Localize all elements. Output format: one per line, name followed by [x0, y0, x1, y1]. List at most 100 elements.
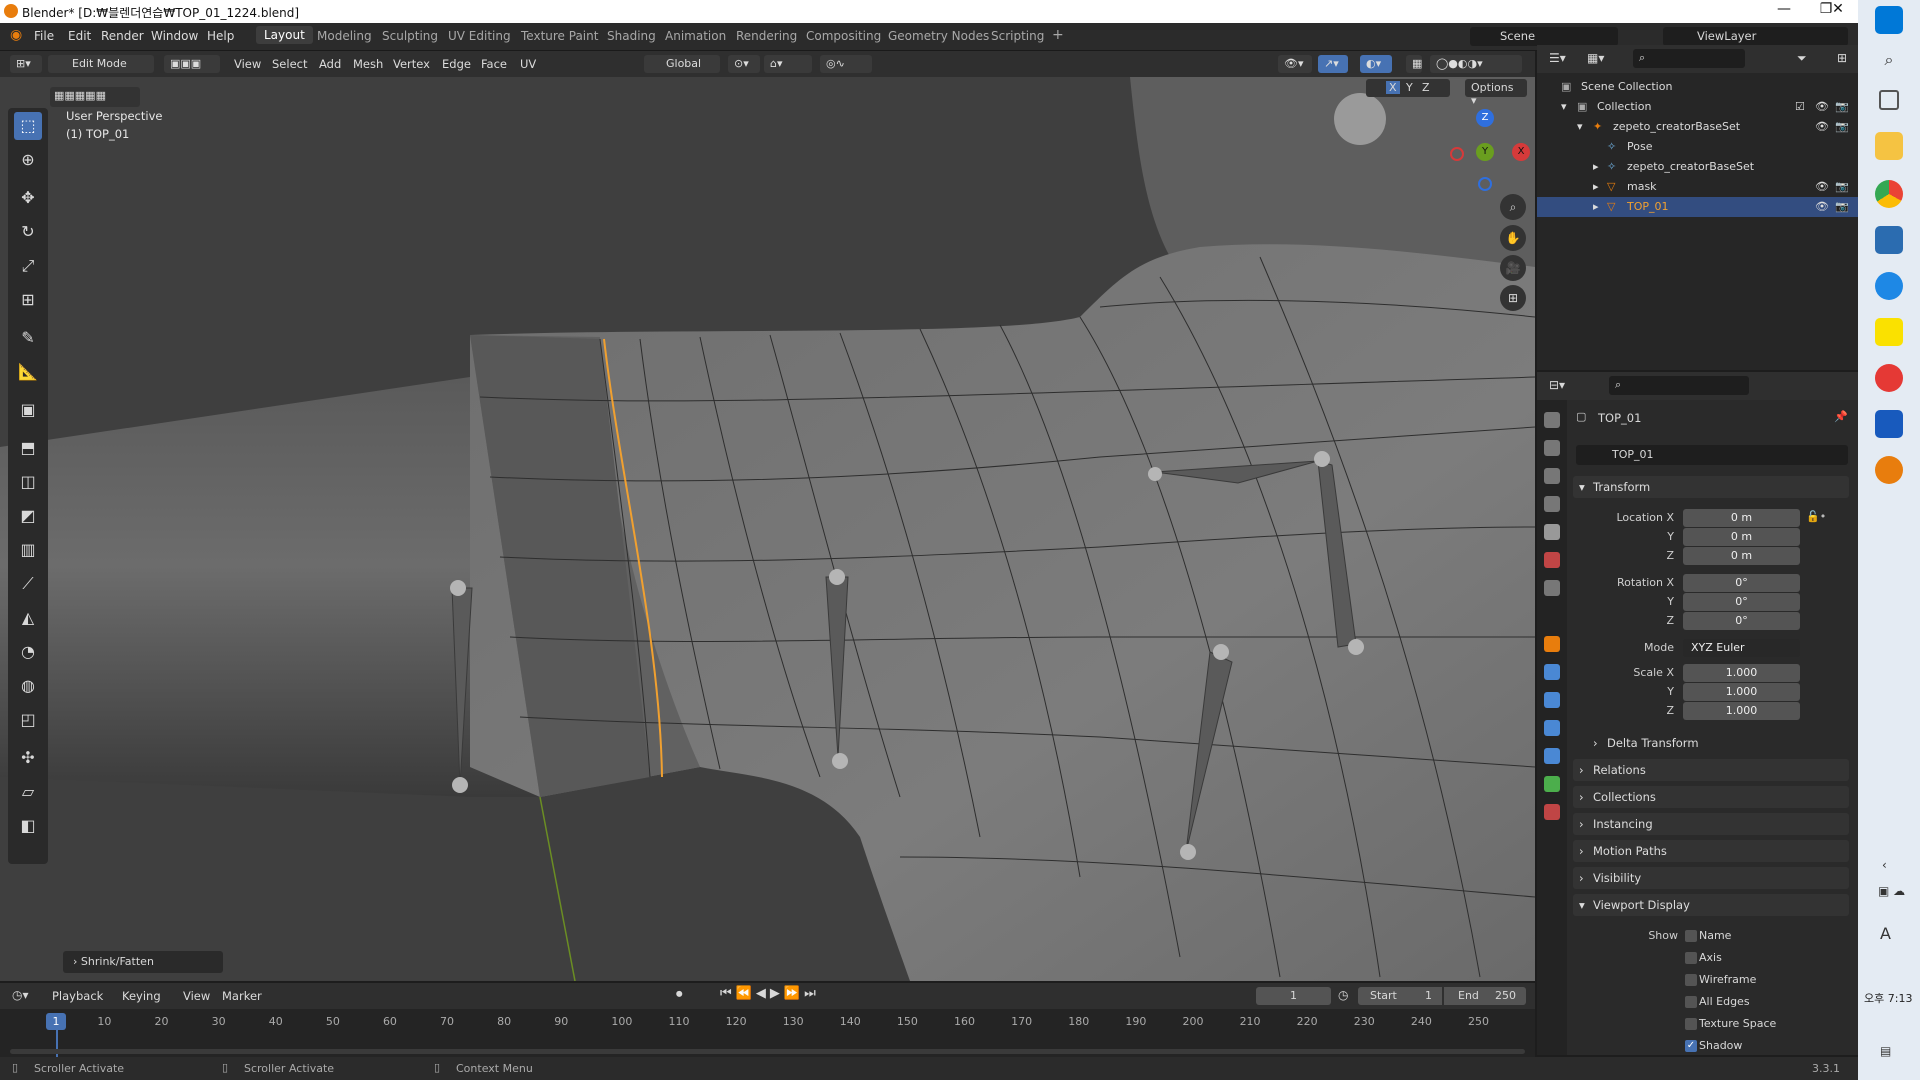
zoom-icon[interactable]: ⌕	[1500, 194, 1526, 220]
transform-orientation-selector[interactable]: Global	[644, 55, 720, 73]
clock-icon[interactable]: ◷	[1338, 988, 1348, 1002]
camera-icon[interactable]: 📷	[1835, 120, 1849, 133]
outliner-row[interactable]: ▸ ✧ zepeto_creatorBaseSet	[1537, 157, 1858, 177]
timeline-menu-marker[interactable]: Marker	[222, 989, 262, 1003]
pan-hand-icon[interactable]: ✋	[1500, 225, 1526, 251]
object-name-field[interactable]: TOP_01	[1576, 445, 1848, 465]
tray-icons[interactable]: ▣ ☁	[1878, 884, 1905, 898]
menu-face[interactable]: Face	[481, 57, 507, 71]
scale-icon[interactable]: ⤢	[14, 252, 42, 280]
move-icon[interactable]: ✥	[14, 184, 42, 212]
chrome-icon[interactable]	[1875, 180, 1903, 208]
camera-icon[interactable]: 📷	[1835, 100, 1849, 113]
pin-icon[interactable]: 📌	[1834, 410, 1848, 423]
menu-view[interactable]: View	[234, 57, 261, 71]
show-name-checkbox[interactable]	[1685, 930, 1697, 942]
modifier-tab-icon[interactable]	[1544, 664, 1560, 680]
outliner-row[interactable]: ▾ ▣ Collection ☑ 👁 📷	[1537, 97, 1858, 117]
scale-y-field[interactable]: 1.000	[1683, 683, 1800, 701]
menu-edit[interactable]: Edit	[68, 29, 91, 43]
axis-z-toggle[interactable]: Z	[1422, 81, 1430, 94]
app-icon-red[interactable]	[1875, 364, 1903, 392]
location-y-field[interactable]: 0 m	[1683, 528, 1800, 546]
show-all-edges-checkbox[interactable]	[1685, 996, 1697, 1008]
mirror-axis-buttons[interactable]: X Y Z	[1366, 79, 1450, 97]
collections-panel-header[interactable]: › Collections	[1573, 786, 1849, 808]
scene-tab-icon[interactable]	[1544, 524, 1560, 540]
timeline-menu-playback[interactable]: Playback	[52, 989, 103, 1003]
relations-panel-header[interactable]: › Relations	[1573, 759, 1849, 781]
add-cube-icon[interactable]: ▣	[14, 396, 42, 424]
menu-select[interactable]: Select	[272, 57, 307, 71]
3d-viewport[interactable]: User Perspective (1) TOP_01 Z Y X ⌕ ✋ 🎥 …	[0, 77, 1535, 981]
expand-icon[interactable]: ▸	[1593, 160, 1599, 173]
visibility-button[interactable]: 👁▾	[1278, 55, 1312, 73]
edge-slide-icon[interactable]: ◰	[14, 706, 42, 734]
xray-toggle[interactable]: ▦	[1406, 55, 1422, 73]
calculator-icon[interactable]	[1875, 226, 1903, 254]
select-mode-tool-buttons[interactable]: ▦▦▦▦▦	[50, 87, 140, 107]
gizmo-neg-x-icon[interactable]	[1450, 147, 1464, 161]
minimize-button[interactable]: —	[1764, 1, 1804, 21]
properties-search-input[interactable]: ⌕	[1609, 376, 1749, 395]
last-operator-panel[interactable]: › Shrink/Fatten	[63, 951, 223, 973]
notification-icon[interactable]: ▤	[1880, 1044, 1891, 1058]
timeline-menu-view[interactable]: View	[183, 989, 210, 1003]
word-icon[interactable]	[1875, 410, 1903, 438]
eye-icon[interactable]: 👁	[1815, 200, 1829, 213]
start-frame-field[interactable]: Start 1	[1358, 987, 1442, 1005]
editor-type-button[interactable]: ⊞▾	[10, 55, 42, 73]
proportional-edit-button[interactable]: ◎∿	[820, 55, 872, 73]
gizmo-neg-z-icon[interactable]	[1478, 177, 1492, 191]
view-layer-tab-icon[interactable]	[1544, 496, 1560, 512]
menu-add[interactable]: Add	[319, 57, 341, 71]
tab-geometry-nodes[interactable]: Geometry Nodes	[888, 29, 989, 43]
material-tab-icon[interactable]	[1544, 804, 1560, 820]
record-icon[interactable]: ⏺	[676, 987, 683, 1002]
clock[interactable]: 오후 7:13	[1864, 990, 1912, 1006]
scale-x-field[interactable]: 1.000	[1683, 664, 1800, 682]
menu-window[interactable]: Window	[151, 29, 198, 43]
show-texture-space-checkbox[interactable]	[1685, 1018, 1697, 1030]
outliner-row[interactable]: ✧ Pose	[1537, 137, 1858, 157]
menu-mesh[interactable]: Mesh	[353, 57, 383, 71]
properties-editor-icon[interactable]: ⊟▾	[1549, 378, 1565, 392]
gizmo-x-icon[interactable]: X	[1512, 143, 1530, 161]
show-axis-checkbox[interactable]	[1685, 952, 1697, 964]
search-icon[interactable]: ⌕	[1875, 46, 1903, 74]
add-workspace-button[interactable]: +	[1052, 27, 1064, 43]
instancing-panel-header[interactable]: › Instancing	[1573, 813, 1849, 835]
playback-controls[interactable]: ⏮⏪◀▶⏩⏭	[720, 986, 820, 1001]
render-tab-icon[interactable]	[1544, 440, 1560, 456]
menu-file[interactable]: File	[34, 29, 54, 43]
camera-icon[interactable]: 📷	[1835, 200, 1849, 213]
select-box-icon[interactable]: ⬚	[14, 112, 42, 140]
viewport-display-panel-header[interactable]: ▾ Viewport Display	[1573, 894, 1849, 916]
tab-shading[interactable]: Shading	[607, 29, 656, 43]
menu-edge[interactable]: Edge	[442, 57, 471, 71]
axis-y-toggle[interactable]: Y	[1406, 81, 1413, 94]
outliner-row[interactable]: ▸ ▽ mask 👁 📷	[1537, 177, 1858, 197]
gizmo-toggle[interactable]: ↗▾	[1318, 55, 1348, 73]
navigation-gizmo[interactable]: Z Y X	[1448, 107, 1530, 191]
poly-build-icon[interactable]: ◭	[14, 604, 42, 632]
axis-x-toggle[interactable]: X	[1386, 81, 1400, 94]
show-shadow-checkbox[interactable]: ✓	[1685, 1040, 1697, 1052]
windows-start-icon[interactable]	[1875, 6, 1903, 34]
motion-paths-panel-header[interactable]: › Motion Paths	[1573, 840, 1849, 862]
location-z-field[interactable]: 0 m	[1683, 547, 1800, 565]
outliner-row-selected[interactable]: ▸ ▽ TOP_01 👁 📷	[1537, 197, 1858, 217]
blender-menu-icon[interactable]: ◉	[10, 27, 22, 43]
world-tab-icon[interactable]	[1544, 552, 1560, 568]
knife-icon[interactable]: ⟋	[14, 570, 42, 598]
close-button[interactable]: ✕	[1820, 1, 1856, 21]
blender-taskbar-icon[interactable]	[1875, 456, 1903, 484]
options-dropdown[interactable]: Options ▾	[1465, 79, 1527, 107]
eye-icon[interactable]: 👁	[1815, 100, 1829, 113]
chevron-left-icon[interactable]: ‹	[1882, 858, 1887, 872]
ime-indicator[interactable]: A	[1880, 924, 1891, 943]
transform-panel-header[interactable]: ▾ Transform	[1573, 476, 1849, 498]
timeline-area[interactable]: 10 20 30 40 50 60 70 80 90 100 110 120 130 140 150 160 1…	[0, 1009, 1535, 1057]
smooth-icon[interactable]: ◍	[14, 672, 42, 700]
object-tab-icon[interactable]	[1544, 636, 1560, 652]
